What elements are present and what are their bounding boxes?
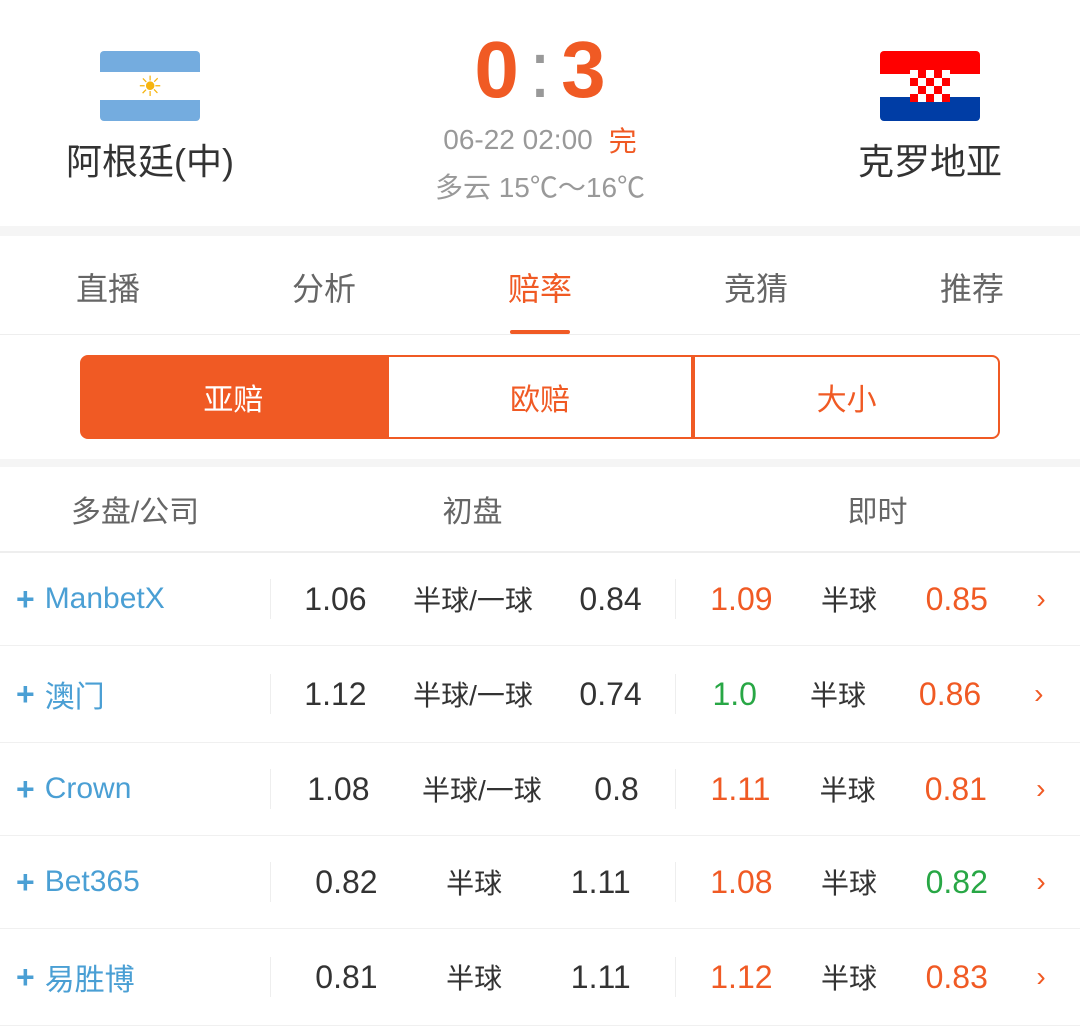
live-away-macau: 0.86 — [919, 676, 981, 713]
initial-home-manbetx: 1.06 — [304, 581, 366, 618]
live-handicap-bet365: 半球 — [821, 862, 877, 902]
initial-handicap-crown: 半球/一球 — [422, 769, 542, 809]
expand-icon-bet365[interactable]: + — [16, 864, 35, 901]
header-initial: 初盘 — [270, 487, 675, 531]
initial-cell-yishengbo: 0.81 半球 1.11 — [270, 957, 675, 997]
live-cell-crown: 1.11 半球 0.81 › — [675, 769, 1080, 809]
expand-icon-macau[interactable]: + — [16, 676, 35, 713]
table-header: 多盘/公司 初盘 即时 — [0, 467, 1080, 553]
score-colon: : — [529, 30, 551, 110]
initial-cell-manbetx: 1.06 半球/一球 0.84 — [270, 579, 675, 619]
score-away: 3 — [561, 30, 606, 110]
score-display: 0 : 3 — [474, 30, 605, 110]
company-name-macau[interactable]: 澳门 — [45, 672, 105, 716]
match-weather: 多云 15℃～16℃ — [435, 166, 645, 206]
odds-row-crown: + Crown 1.08 半球/一球 0.8 1.11 半球 0.81 › — [0, 743, 1080, 836]
company-name-crown[interactable]: Crown — [45, 772, 132, 806]
odds-row-yishengbo: + 易胜博 0.81 半球 1.11 1.12 半球 0.83 › — [0, 929, 1080, 1026]
home-team-block: 阿根廷(中) — [20, 51, 280, 185]
odds-row-bet365: + Bet365 0.82 半球 1.11 1.08 半球 0.82 › — [0, 836, 1080, 929]
initial-home-crown: 1.08 — [307, 771, 369, 808]
live-home-manbetx: 1.09 — [710, 581, 772, 618]
tab-guess[interactable]: 竞猜 — [648, 236, 864, 334]
header-live: 即时 — [675, 487, 1080, 531]
initial-handicap-bet365: 半球 — [446, 862, 502, 902]
company-cell-manbetx: + ManbetX — [0, 581, 270, 618]
live-away-bet365: 0.82 — [926, 864, 988, 901]
live-home-macau: 1.0 — [712, 676, 756, 713]
away-team-block: 克罗地亚 — [800, 51, 1060, 185]
live-handicap-yishengbo: 半球 — [821, 957, 877, 997]
away-team-name: 克罗地亚 — [858, 133, 1002, 185]
odds-table: + ManbetX 1.06 半球/一球 0.84 1.09 半球 0.85 ›… — [0, 553, 1080, 1026]
initial-away-bet365: 1.11 — [571, 864, 631, 901]
live-home-yishengbo: 1.12 — [710, 959, 772, 996]
live-away-crown: 0.81 — [925, 771, 987, 808]
live-cell-manbetx: 1.09 半球 0.85 › — [675, 579, 1080, 619]
live-handicap-crown: 半球 — [820, 769, 876, 809]
live-home-bet365: 1.08 — [710, 864, 772, 901]
company-cell-macau: + 澳门 — [0, 672, 270, 716]
initial-away-yishengbo: 1.11 — [571, 959, 631, 996]
initial-handicap-manbetx: 半球/一球 — [413, 579, 533, 619]
odds-row-macau: + 澳门 1.12 半球/一球 0.74 1.0 半球 0.86 › — [0, 646, 1080, 743]
company-name-yishengbo[interactable]: 易胜博 — [45, 955, 135, 999]
company-name-bet365[interactable]: Bet365 — [45, 865, 140, 899]
initial-away-crown: 0.8 — [594, 771, 638, 808]
sub-tabs: 亚赔 欧赔 大小 — [0, 335, 1080, 467]
match-status: 完 — [609, 120, 637, 160]
initial-away-macau: 0.74 — [579, 676, 641, 713]
live-away-yishengbo: 0.83 — [926, 959, 988, 996]
tab-analysis[interactable]: 分析 — [216, 236, 432, 334]
divider-1 — [0, 226, 1080, 236]
home-team-flag — [100, 51, 200, 121]
initial-handicap-yishengbo: 半球 — [446, 957, 502, 997]
sub-tab-euro[interactable]: 欧赔 — [387, 355, 694, 439]
live-home-crown: 1.11 — [711, 771, 771, 808]
expand-icon-manbetx[interactable]: + — [16, 581, 35, 618]
company-cell-bet365: + Bet365 — [0, 864, 270, 901]
arrow-manbetx[interactable]: › — [1036, 583, 1045, 615]
header-company: 多盘/公司 — [0, 487, 270, 531]
score-block: 0 : 3 06-22 02:00 完 多云 15℃～16℃ — [280, 30, 800, 206]
company-cell-yishengbo: + 易胜博 — [0, 955, 270, 999]
initial-home-bet365: 0.82 — [315, 864, 377, 901]
sub-tab-asia[interactable]: 亚赔 — [80, 355, 387, 439]
home-team-name: 阿根廷(中) — [66, 133, 234, 185]
live-cell-bet365: 1.08 半球 0.82 › — [675, 862, 1080, 902]
arrow-bet365[interactable]: › — [1036, 866, 1045, 898]
tab-odds[interactable]: 赔率 — [432, 236, 648, 334]
expand-icon-yishengbo[interactable]: + — [16, 959, 35, 996]
live-cell-yishengbo: 1.12 半球 0.83 › — [675, 957, 1080, 997]
initial-home-macau: 1.12 — [304, 676, 366, 713]
arrow-crown[interactable]: › — [1036, 773, 1045, 805]
initial-cell-macau: 1.12 半球/一球 0.74 — [270, 674, 675, 714]
expand-icon-crown[interactable]: + — [16, 771, 35, 808]
main-tabs: 直播 分析 赔率 竞猜 推荐 — [0, 236, 1080, 335]
tab-live[interactable]: 直播 — [0, 236, 216, 334]
match-date: 06-22 02:00 — [443, 124, 592, 156]
company-name-manbetx[interactable]: ManbetX — [45, 582, 165, 616]
away-team-flag — [880, 51, 980, 121]
live-cell-macau: 1.0 半球 0.86 › — [675, 674, 1080, 714]
score-home: 0 — [474, 30, 519, 110]
initial-cell-bet365: 0.82 半球 1.11 — [270, 862, 675, 902]
match-info: 06-22 02:00 完 — [443, 120, 636, 160]
croatia-checker — [910, 70, 950, 102]
sub-tab-size[interactable]: 大小 — [693, 355, 1000, 439]
initial-cell-crown: 1.08 半球/一球 0.8 — [270, 769, 675, 809]
live-handicap-manbetx: 半球 — [821, 579, 877, 619]
tab-recommend[interactable]: 推荐 — [864, 236, 1080, 334]
arrow-macau[interactable]: › — [1034, 678, 1043, 710]
initial-home-yishengbo: 0.81 — [315, 959, 377, 996]
odds-row-manbetx: + ManbetX 1.06 半球/一球 0.84 1.09 半球 0.85 › — [0, 553, 1080, 646]
company-cell-crown: + Crown — [0, 771, 270, 808]
initial-handicap-macau: 半球/一球 — [413, 674, 533, 714]
match-header: 阿根廷(中) 0 : 3 06-22 02:00 完 多云 15℃～16℃ 克罗… — [0, 0, 1080, 226]
arrow-yishengbo[interactable]: › — [1036, 961, 1045, 993]
live-handicap-macau: 半球 — [810, 674, 866, 714]
live-away-manbetx: 0.85 — [926, 581, 988, 618]
initial-away-manbetx: 0.84 — [579, 581, 641, 618]
